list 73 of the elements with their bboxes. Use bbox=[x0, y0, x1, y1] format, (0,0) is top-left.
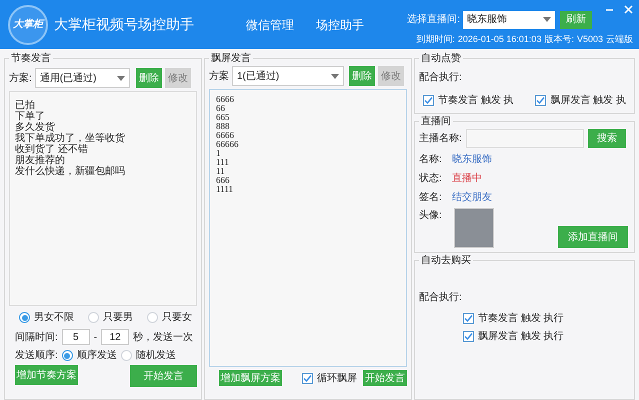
add-scheme-button[interactable]: 增加节奏方案 bbox=[15, 365, 78, 385]
info-label: 名称: bbox=[419, 153, 442, 167]
nav-tab[interactable]: 微信管理 bbox=[246, 16, 294, 34]
checkbox[interactable] bbox=[463, 313, 474, 324]
info-value: 直播中 bbox=[452, 172, 482, 186]
start-button[interactable]: 开始发言 bbox=[130, 365, 197, 387]
radio-label: 只要女 bbox=[162, 311, 192, 325]
caret-icon bbox=[116, 76, 125, 80]
search-button[interactable]: 搜索 bbox=[588, 129, 626, 148]
delete-button[interactable]: 删除 bbox=[349, 66, 375, 86]
interval-min-field[interactable]: 5 bbox=[62, 329, 90, 345]
info-label: 状态: bbox=[419, 172, 442, 186]
scheme-dropdown[interactable]: 1(已通过) bbox=[232, 66, 344, 86]
radio-button[interactable] bbox=[19, 312, 30, 323]
check-label: 飘屏发言 触发 执行 bbox=[478, 330, 564, 344]
radio-button[interactable] bbox=[120, 350, 132, 361]
window-title: 大掌柜视频号场控助手 bbox=[54, 15, 194, 34]
info-value: 晓东服饰 bbox=[452, 152, 492, 167]
radio-label: 随机发送 bbox=[136, 348, 176, 363]
message-textarea[interactable]: 6666 66 665 888 6666 66666 1 111 11 666 1111 bbox=[209, 89, 407, 367]
checkbox[interactable] bbox=[423, 95, 434, 106]
order-label: 发送顺序: bbox=[15, 348, 58, 363]
radio-label: 顺序发送 bbox=[76, 348, 117, 363]
group-title: 自动去购买 bbox=[420, 254, 472, 268]
room-select-label: 选择直播间: bbox=[407, 12, 460, 28]
execute-label: 配合执行: bbox=[419, 290, 463, 305]
execute-label: 配合执行: bbox=[419, 70, 463, 85]
checkbox[interactable] bbox=[302, 372, 313, 384]
nav-tab[interactable]: 场控助手 bbox=[316, 16, 364, 34]
info-label: 签名: bbox=[419, 191, 442, 205]
radio-label: 只要男 bbox=[103, 311, 133, 325]
group-title: 节奏发言 bbox=[10, 52, 52, 66]
group-title: 自动点赞 bbox=[420, 52, 462, 66]
loop-label: 循环飘屏 bbox=[317, 372, 357, 386]
close-icon[interactable] bbox=[624, 4, 633, 14]
version-value: V5003 bbox=[576, 32, 603, 46]
room-dropdown[interactable]: 晓东服饰 bbox=[463, 10, 555, 29]
app-logo: 大掌柜 bbox=[8, 4, 48, 44]
version-label: 版本号: bbox=[544, 32, 574, 46]
edition-label: 云端版 bbox=[606, 32, 633, 46]
radio-button[interactable] bbox=[88, 312, 99, 323]
scheme-dropdown[interactable]: 通用(已通过) bbox=[34, 68, 130, 88]
caret-icon bbox=[331, 74, 339, 78]
info-value: 结交朋友 bbox=[452, 190, 492, 205]
radio-button[interactable] bbox=[62, 350, 73, 361]
interval-suffix: 秒，发送一次 bbox=[133, 330, 194, 344]
scheme-label: 方案: bbox=[9, 72, 32, 86]
delete-button[interactable]: 删除 bbox=[136, 68, 162, 88]
scheme-label: 方案 bbox=[209, 70, 229, 84]
caret-icon bbox=[543, 17, 551, 22]
refresh-button[interactable]: 刷新 bbox=[560, 10, 592, 29]
expiry-label: 到期时间: bbox=[416, 32, 455, 46]
range-dash: - bbox=[94, 330, 98, 344]
group-title: 直播间 bbox=[420, 114, 452, 129]
add-scheme-button[interactable]: 增加飘屏方案 bbox=[219, 370, 282, 386]
avatar-label: 头像: bbox=[419, 208, 442, 223]
check-label: 节奏发言 触发 执行 bbox=[478, 312, 564, 326]
radio-button[interactable] bbox=[147, 312, 158, 323]
message-textarea[interactable]: 已拍 下单了 多久发货 我下单成功了，坐等收货 收到货了 还不错 朋友推荐的 发什么快递，新疆包邮吗 bbox=[9, 91, 197, 306]
interval-max-field[interactable]: 12 bbox=[101, 329, 130, 345]
expiry-value: 2026-01-05 16:01:03 bbox=[458, 32, 542, 46]
group-title: 飘屏发言 bbox=[210, 52, 252, 66]
check-label: 节奏发言 触发 执 bbox=[438, 94, 514, 108]
interval-label: 间隔时间: bbox=[15, 330, 58, 344]
anchor-name-field[interactable] bbox=[466, 129, 584, 148]
anchor-label: 主播名称: bbox=[419, 132, 462, 146]
add-room-button[interactable]: 添加直播间 bbox=[558, 226, 628, 248]
checkbox[interactable] bbox=[463, 331, 474, 342]
radio-label: 男女不限 bbox=[34, 311, 74, 325]
photo-placeholder bbox=[454, 208, 494, 248]
start-button[interactable]: 开始发言 bbox=[363, 370, 407, 386]
check-label: 飘屏发言 触发 执 bbox=[550, 94, 626, 108]
checkbox[interactable] bbox=[535, 95, 546, 106]
